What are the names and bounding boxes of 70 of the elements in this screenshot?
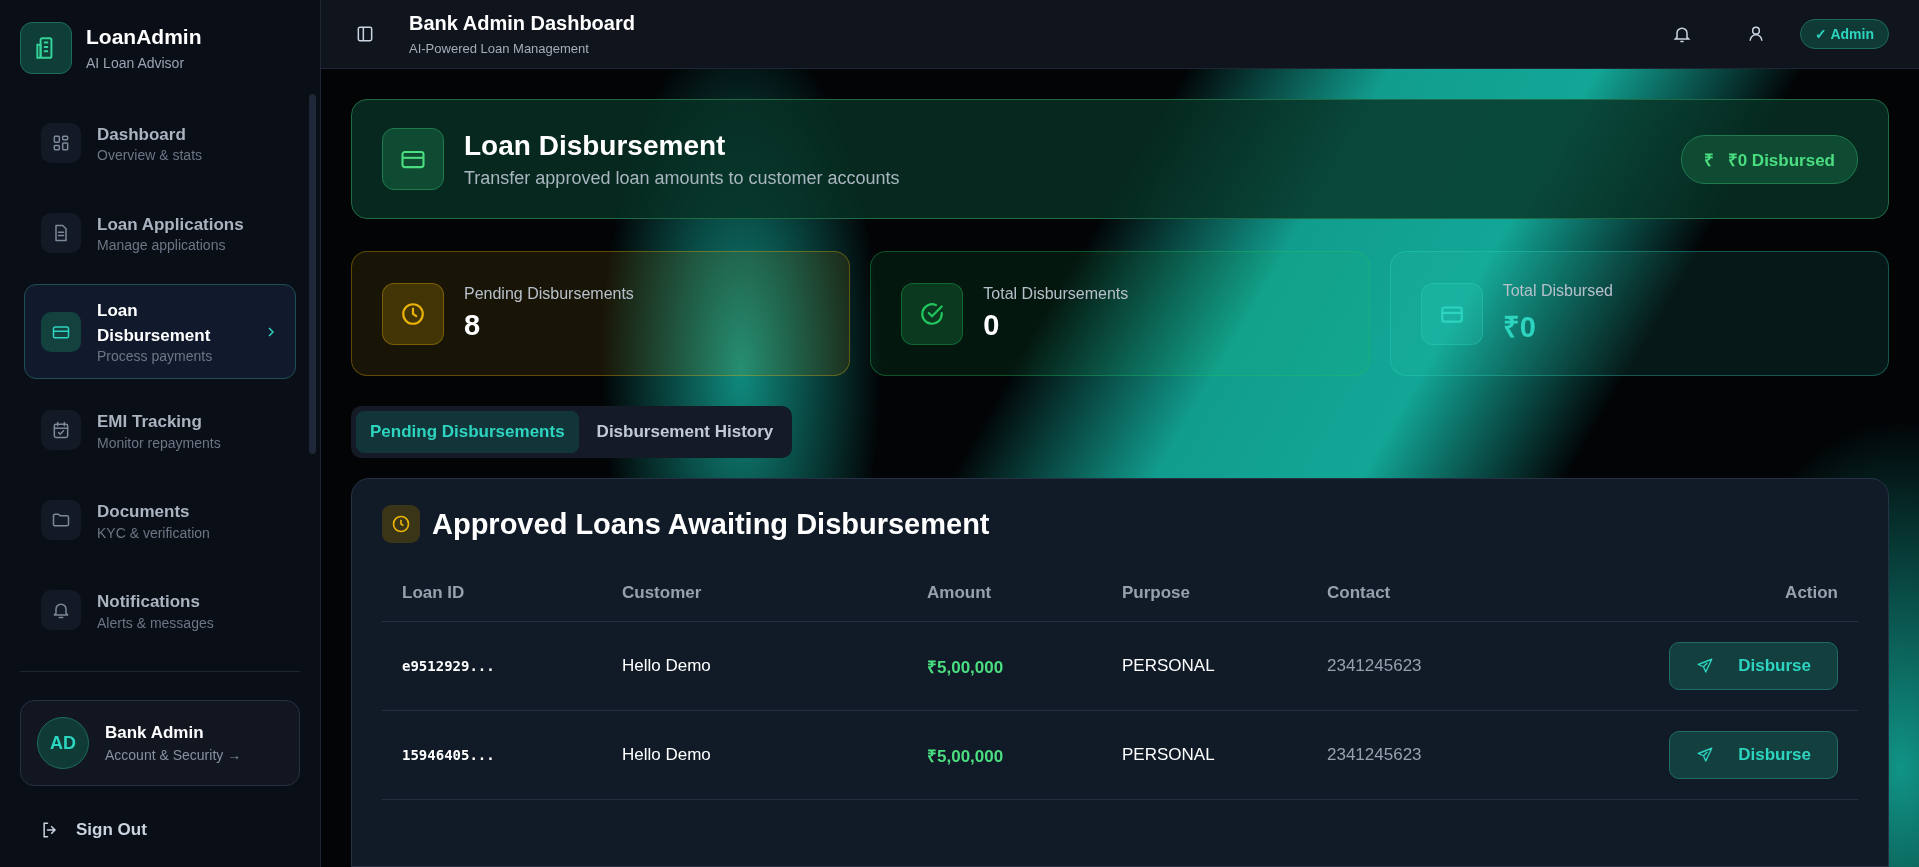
nav-item[interactable]: EMI Tracking Monitor repayments [24, 391, 296, 470]
admin-badge: ✓ Admin [1800, 19, 1889, 49]
disburse-button[interactable]: Disburse [1669, 731, 1838, 779]
send-icon [1696, 746, 1715, 764]
nav-label: EMI Tracking [97, 410, 203, 433]
loan-id-cell-text: 15946405... [402, 747, 496, 763]
file-icon [41, 213, 81, 253]
avatar: AD [37, 717, 89, 770]
stat-label: Pending Disbursements [464, 285, 634, 303]
contact-cell-text: 2341245623 [1327, 745, 1423, 765]
brand-name: LoanAdmin [86, 25, 202, 49]
column-header: Amount [927, 583, 993, 603]
purpose-cell-text: PERSONAL [1122, 656, 1216, 676]
nav-item[interactable]: Loan Disbursement Process payments [24, 284, 296, 380]
stat-value: 0 [983, 309, 1001, 342]
calendar-icon [41, 410, 81, 451]
pill-label: ₹0 Disbursed [1727, 149, 1835, 171]
column-header: Contact [1327, 583, 1392, 603]
hero-title: Loan Disbursement [464, 129, 727, 162]
card-icon [382, 128, 444, 190]
tab[interactable]: Disbursement History [582, 411, 788, 453]
nav-label: Notifications [97, 590, 201, 613]
nav-item[interactable]: Dashboard Overview & stats [24, 104, 296, 182]
nav-subtitle: Process payments [97, 348, 214, 365]
nav-subtitle: Monitor repayments [97, 434, 222, 451]
nav-label: Dashboard [97, 123, 187, 146]
stat-value: ₹0 [1502, 310, 1537, 345]
purpose-cell-text: PERSONAL [1122, 745, 1216, 765]
column-header: Loan ID [402, 583, 466, 603]
table-title: Approved Loans Awaiting Disbursement [432, 507, 990, 541]
folder-icon [41, 500, 81, 541]
scrollbar[interactable] [309, 94, 316, 454]
page-title: Bank Admin Dashboard [409, 12, 636, 35]
amount-cell-text: ₹5,00,000 [927, 656, 1005, 678]
loan-id-cell-text: e9512929... [402, 658, 496, 674]
nav-subtitle: Alerts & messages [97, 614, 215, 631]
profile-link: Account & Security → [105, 747, 242, 764]
card-icon [41, 311, 81, 352]
contact-cell-text: 2341245623 [1327, 656, 1423, 676]
nav-subtitle: KYC & verification [97, 524, 211, 541]
profile-name: Bank Admin [105, 723, 205, 744]
disburse-button[interactable]: Disburse [1669, 642, 1838, 690]
nav-item[interactable]: Loan Applications Manage applications [24, 194, 296, 272]
nav-subtitle: Overview & stats [97, 147, 204, 164]
customer-cell-text: Hello Demo [622, 656, 712, 676]
clock-icon [382, 505, 420, 543]
rupee-symbol: ₹ [1703, 149, 1714, 171]
stat-value: 8 [464, 309, 482, 342]
stat-label: Total Disbursed [1502, 282, 1613, 300]
nav-label: Loan Applications [97, 213, 245, 236]
nav-subtitle: Manage applications [97, 237, 227, 254]
profile-card[interactable]: AD Bank Admin Account & Security → [20, 700, 300, 787]
nav-label: Documents [97, 500, 191, 523]
sign-out-button[interactable]: Sign Out [20, 820, 167, 841]
nav-item[interactable]: Documents KYC & verification [24, 481, 296, 560]
customer-cell-text: Hello Demo [622, 745, 712, 765]
stat-label: Total Disbursements [983, 285, 1129, 303]
amount-cell-text: ₹5,00,000 [927, 745, 1005, 767]
logo-icon [20, 22, 72, 74]
column-header: Action [1784, 583, 1838, 603]
bell-icon [41, 590, 81, 631]
nav-item[interactable]: Notifications Alerts & messages [24, 571, 296, 650]
grid-icon [41, 123, 81, 163]
column-header: Purpose [1122, 583, 1192, 603]
tab[interactable]: Pending Disbursements [356, 411, 579, 453]
hero-subtitle: Transfer approved loan amounts to customer accounts [464, 167, 901, 189]
page-subtitle: AI-Powered Loan Management [409, 41, 590, 56]
send-icon [1696, 657, 1715, 675]
column-header: Customer [622, 583, 703, 603]
brand-tagline: AI Loan Advisor [86, 55, 186, 71]
